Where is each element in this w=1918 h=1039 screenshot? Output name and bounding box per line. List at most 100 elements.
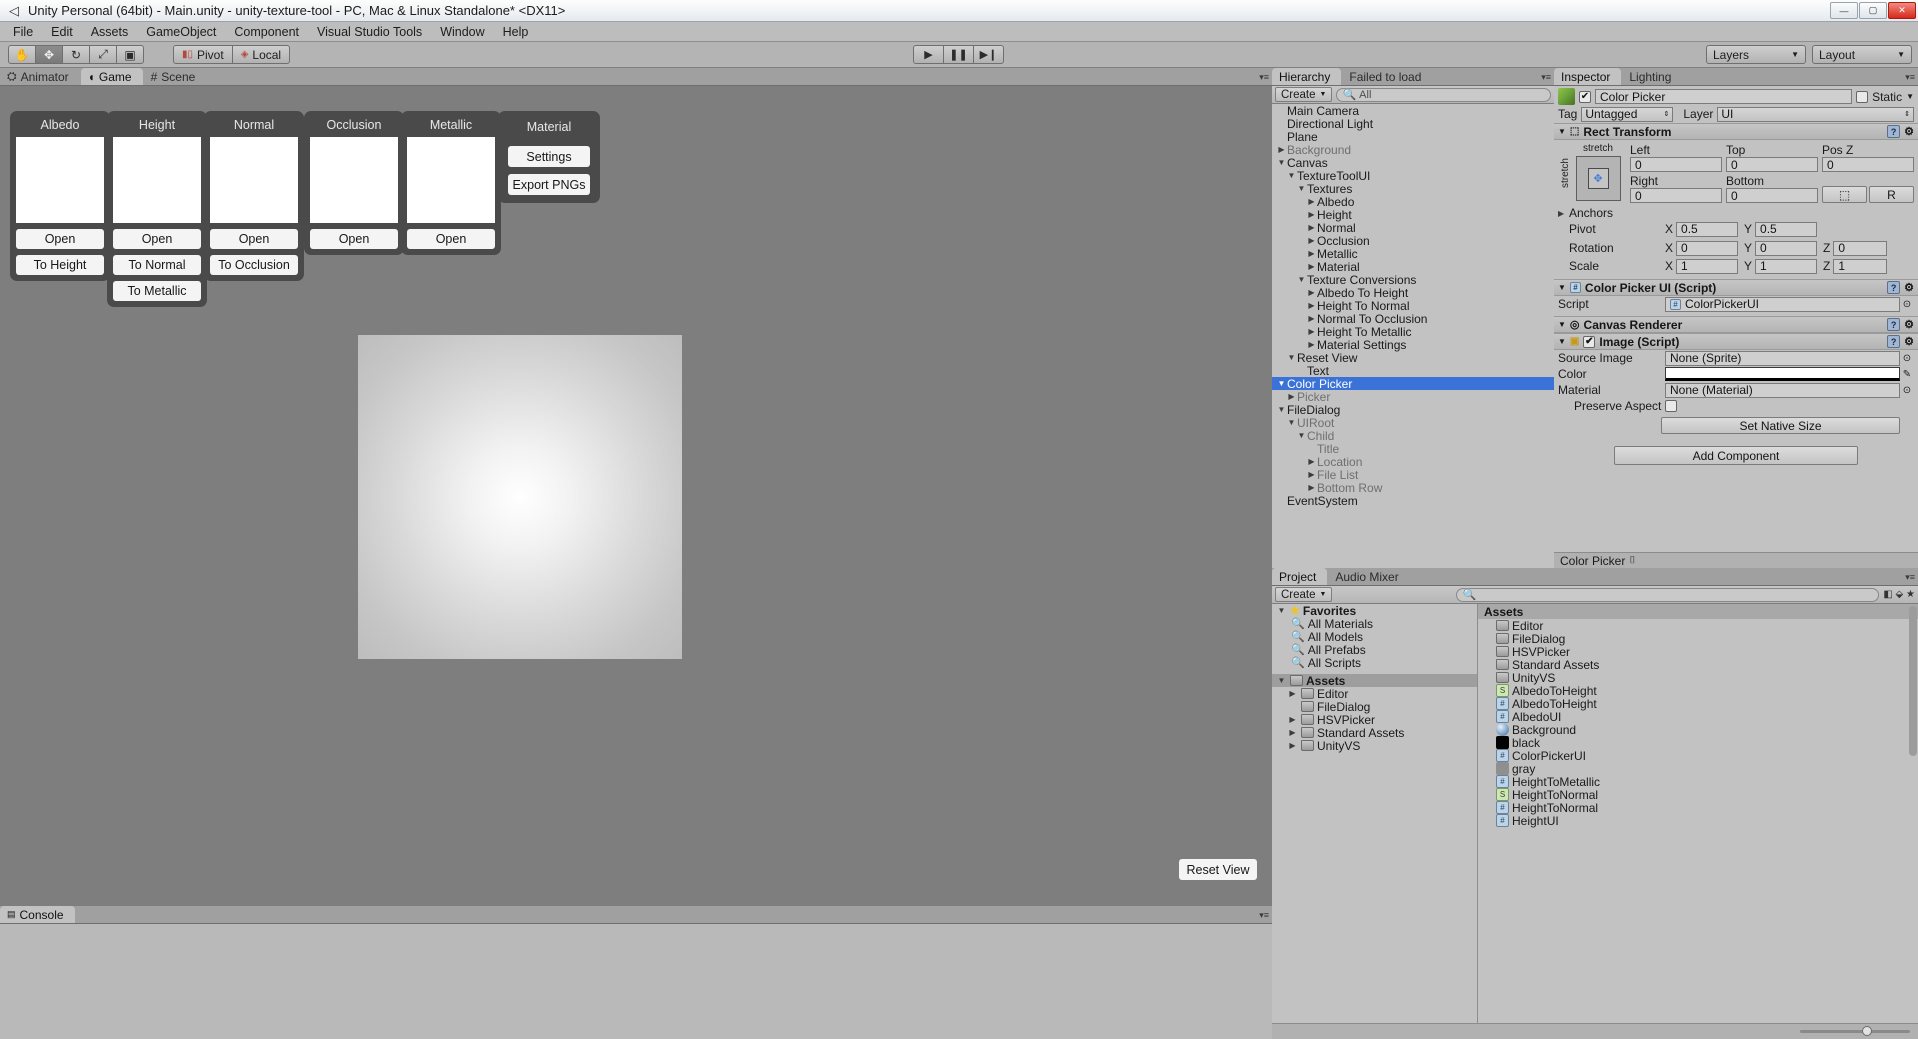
- hierarchy-item[interactable]: ▶ Height: [1272, 208, 1554, 222]
- hierarchy-item[interactable]: ▼ Textures: [1272, 182, 1554, 196]
- button-open-normal[interactable]: Open: [210, 229, 298, 249]
- foldout-open-icon[interactable]: ▼: [1276, 405, 1287, 414]
- asset-item[interactable]: Standard Assets: [1478, 658, 1918, 672]
- foldout-closed-icon[interactable]: ▶: [1286, 392, 1297, 401]
- project-folder-item[interactable]: FileDialog: [1272, 700, 1477, 714]
- foldout-closed-icon[interactable]: ▶: [1287, 741, 1298, 750]
- pivot-button[interactable]: ▮▯ Pivot: [173, 45, 233, 64]
- bottom-field[interactable]: 0: [1726, 188, 1818, 203]
- move-tool[interactable]: ✥: [35, 45, 63, 64]
- hierarchy-item[interactable]: ▶ Occlusion: [1272, 234, 1554, 248]
- scale-z-field[interactable]: 1: [1833, 258, 1888, 274]
- add-component-button[interactable]: Add Component: [1614, 446, 1858, 465]
- hierarchy-item[interactable]: ▼ Child: [1272, 429, 1554, 443]
- button-export-pngs[interactable]: Export PNGs: [508, 174, 590, 195]
- hierarchy-item[interactable]: ▶ Bottom Row: [1272, 481, 1554, 495]
- project-tree-column[interactable]: ▼ ★ Favorites 🔍 All Materials 🔍 All Models 🔍 All…: [1272, 604, 1478, 1039]
- help-icon[interactable]: ?: [1887, 335, 1901, 348]
- hierarchy-item[interactable]: ▶ Normal: [1272, 221, 1554, 235]
- help-icon[interactable]: ?: [1887, 125, 1901, 138]
- hierarchy-item[interactable]: EventSystem: [1272, 494, 1554, 508]
- tab-inspector[interactable]: Inspector: [1554, 68, 1622, 85]
- button-to-occlusion-normal[interactable]: To Occlusion: [210, 255, 298, 275]
- image-enabled-checkbox[interactable]: ✔: [1583, 335, 1596, 348]
- foldout-open-icon[interactable]: ▼: [1276, 158, 1287, 167]
- gear-icon[interactable]: ⚙: [1904, 318, 1914, 331]
- tab-hierarchy[interactable]: Hierarchy: [1272, 68, 1342, 85]
- project-folder-item[interactable]: ▶ HSVPicker: [1272, 713, 1477, 727]
- hierarchy-item[interactable]: ▶ Location: [1272, 455, 1554, 469]
- hierarchy-item[interactable]: ▶ Albedo To Height: [1272, 286, 1554, 300]
- foldout-closed-icon[interactable]: ▶: [1306, 210, 1317, 219]
- menu-item-help[interactable]: Help: [494, 23, 538, 41]
- foldout-closed-icon[interactable]: ▶: [1306, 327, 1317, 336]
- asset-item[interactable]: gray: [1478, 762, 1918, 776]
- anchor-preset-widget[interactable]: stretch ✥: [1572, 143, 1624, 203]
- foldout-closed-icon[interactable]: ▶: [1306, 249, 1317, 258]
- favorites-header[interactable]: ▼ ★ Favorites: [1272, 604, 1477, 618]
- layer-dropdown[interactable]: UI ⇕: [1717, 106, 1914, 122]
- asset-item[interactable]: # ColorPickerUI: [1478, 749, 1918, 763]
- hierarchy-item[interactable]: ▶ Background: [1272, 143, 1554, 157]
- asset-item[interactable]: # AlbedoUI: [1478, 710, 1918, 724]
- foldout-closed-icon[interactable]: ▶: [1306, 288, 1317, 297]
- rect-tool[interactable]: ▣: [116, 45, 144, 64]
- foldout-open-icon[interactable]: ▼: [1286, 418, 1297, 427]
- texture-swatch-height[interactable]: [113, 137, 201, 223]
- source-image-field[interactable]: None (Sprite): [1665, 350, 1900, 366]
- favorite-item[interactable]: 🔍 All Prefabs: [1272, 643, 1477, 657]
- hierarchy-item[interactable]: Plane: [1272, 130, 1554, 144]
- hierarchy-item[interactable]: Title: [1272, 442, 1554, 456]
- panel-menu-icon[interactable]: ▾≡: [1905, 72, 1915, 83]
- object-name-field[interactable]: Color Picker: [1595, 89, 1853, 104]
- static-checkbox[interactable]: [1856, 90, 1869, 103]
- filter-icons[interactable]: ◧ ⬙ ★: [1883, 589, 1915, 600]
- button-to-metallic-height[interactable]: To Metallic: [113, 281, 201, 301]
- foldout-closed-icon[interactable]: ▶: [1306, 223, 1317, 232]
- tab-console[interactable]: ▤ Console: [0, 906, 75, 923]
- close-button[interactable]: ✕: [1888, 2, 1916, 19]
- reset-view-button[interactable]: Reset View: [1179, 859, 1257, 880]
- foldout-open-icon[interactable]: ▼: [1296, 431, 1307, 440]
- local-button[interactable]: ◈ Local: [231, 45, 291, 64]
- help-icon[interactable]: ?: [1887, 281, 1901, 294]
- panel-menu-icon[interactable]: ▾≡: [1259, 910, 1269, 921]
- hierarchy-item[interactable]: Main Camera: [1272, 104, 1554, 118]
- hierarchy-item[interactable]: ▼ Reset View: [1272, 351, 1554, 365]
- foldout-closed-icon[interactable]: ▶: [1306, 314, 1317, 323]
- chevron-down-icon[interactable]: ▼: [1906, 92, 1914, 101]
- foldout-open-icon[interactable]: ▼: [1286, 353, 1297, 362]
- script-object-field[interactable]: # ColorPickerUI: [1665, 296, 1900, 312]
- asset-item[interactable]: FileDialog: [1478, 632, 1918, 646]
- project-folder-item[interactable]: ▶ UnityVS: [1272, 739, 1477, 753]
- menu-item-gameobject[interactable]: GameObject: [137, 23, 225, 41]
- right-field[interactable]: 0: [1630, 188, 1722, 203]
- foldout-closed-icon[interactable]: ▶: [1306, 197, 1317, 206]
- icon-size-slider[interactable]: [1800, 1026, 1910, 1036]
- tab-failed-to-load[interactable]: Failed to load: [1342, 68, 1432, 85]
- menu-item-assets[interactable]: Assets: [82, 23, 138, 41]
- image-component-header[interactable]: ▼ ▣ ✔ Image (Script) ? ⚙: [1554, 333, 1918, 350]
- raw-edit-button[interactable]: R: [1869, 186, 1914, 203]
- top-field[interactable]: 0: [1726, 157, 1818, 172]
- maximize-button[interactable]: ▢: [1859, 2, 1887, 19]
- hierarchy-item[interactable]: ▶ Height To Metallic: [1272, 325, 1554, 339]
- texture-swatch-occlusion[interactable]: [310, 137, 398, 223]
- asset-item[interactable]: Editor: [1478, 619, 1918, 633]
- anchors-row[interactable]: ▶ Anchors: [1554, 205, 1918, 221]
- rotation-x-field[interactable]: 0: [1676, 240, 1739, 256]
- pivot-x-field[interactable]: 0.5: [1676, 221, 1739, 237]
- tab-project[interactable]: Project: [1272, 568, 1328, 585]
- color-swatch-field[interactable]: [1665, 367, 1900, 381]
- minimize-button[interactable]: —: [1830, 2, 1858, 19]
- foldout-closed-icon[interactable]: ▶: [1306, 301, 1317, 310]
- favorite-item[interactable]: 🔍 All Models: [1272, 630, 1477, 644]
- layout-dropdown[interactable]: Layout ▼: [1812, 45, 1912, 64]
- texture-swatch-albedo[interactable]: [16, 137, 104, 223]
- hand-tool[interactable]: ✋: [8, 45, 36, 64]
- tag-dropdown[interactable]: Untagged ⇕: [1581, 106, 1674, 122]
- foldout-icon[interactable]: ▼: [1558, 127, 1566, 136]
- foldout-closed-icon[interactable]: ▶: [1287, 715, 1298, 724]
- play-button[interactable]: ▶: [913, 45, 944, 64]
- hierarchy-create-button[interactable]: Create ▼: [1275, 87, 1333, 102]
